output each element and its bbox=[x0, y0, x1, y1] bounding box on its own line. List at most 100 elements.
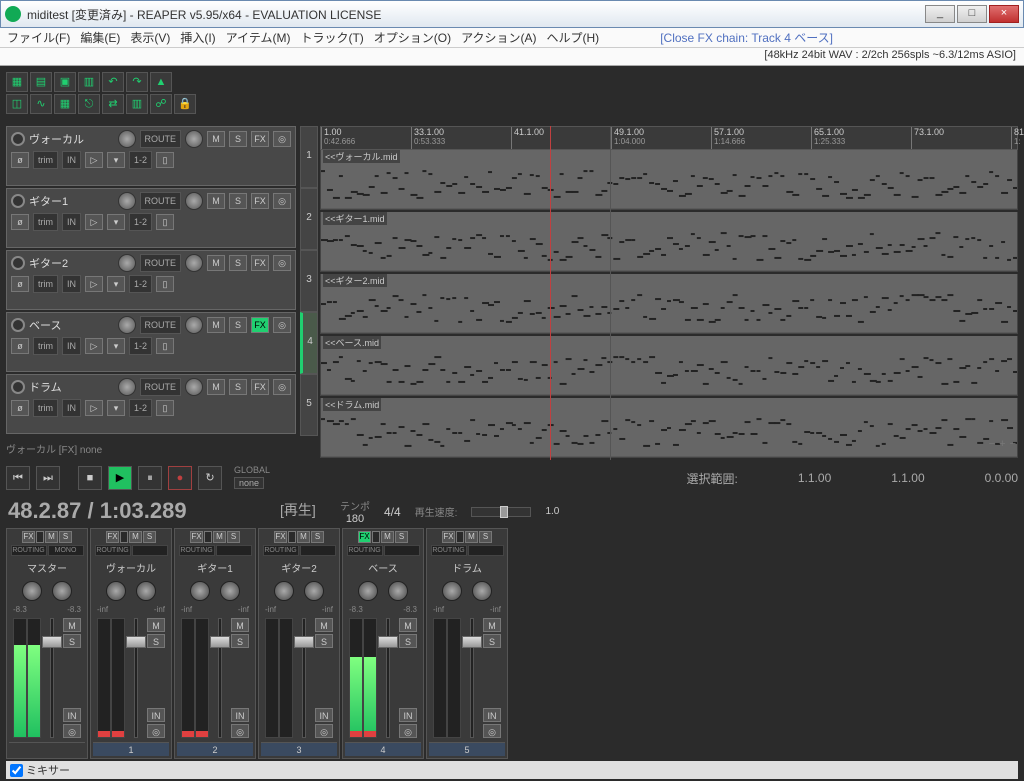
ch-width-knob[interactable] bbox=[472, 581, 492, 601]
ch-routing-button[interactable]: ROUTING bbox=[179, 545, 215, 556]
ch-fx-button[interactable]: FX bbox=[442, 531, 455, 543]
close-fx-hint[interactable]: [Close FX chain: Track 4 ベース] bbox=[660, 29, 833, 46]
ch-mute-2[interactable]: M bbox=[63, 618, 81, 632]
input-channel[interactable]: 1-2 bbox=[129, 399, 152, 417]
volume-knob[interactable] bbox=[118, 254, 136, 272]
zoom-in-h-icon[interactable]: + bbox=[999, 438, 1005, 450]
ch-solo-button[interactable]: S bbox=[311, 531, 324, 543]
fx-bypass-icon[interactable] bbox=[204, 531, 212, 543]
ch-in-button[interactable]: IN bbox=[399, 708, 417, 722]
selection-end[interactable]: 1.1.00 bbox=[891, 471, 924, 485]
ruler-tick[interactable]: 73.1.00 bbox=[911, 127, 944, 149]
fader-thumb[interactable] bbox=[378, 636, 398, 648]
ch-name[interactable]: ギター2 bbox=[281, 560, 317, 575]
ch-in-button[interactable]: IN bbox=[63, 708, 81, 722]
fader-thumb[interactable] bbox=[462, 636, 482, 648]
tool-new-icon[interactable]: ▦ bbox=[6, 72, 28, 92]
ch-mono-button[interactable]: MONO bbox=[48, 545, 84, 556]
ch-solo-button[interactable]: S bbox=[59, 531, 72, 543]
record-arm-button[interactable] bbox=[11, 256, 25, 270]
play-button[interactable]: ▶ bbox=[108, 466, 132, 490]
phase-button[interactable]: ø bbox=[11, 276, 29, 292]
ch-mute-button[interactable]: M bbox=[465, 531, 478, 543]
mute-button[interactable]: M bbox=[207, 193, 225, 209]
route-button[interactable]: ROUTE bbox=[140, 378, 182, 396]
ch-number[interactable]: 5 bbox=[429, 742, 505, 756]
input-channel[interactable]: 1-2 bbox=[129, 213, 152, 231]
volume-knob[interactable] bbox=[118, 130, 136, 148]
ch-mono-button[interactable] bbox=[384, 545, 420, 556]
ruler-tick[interactable]: 65.1.001:25.333 bbox=[811, 127, 845, 149]
ch-name[interactable]: マスター bbox=[27, 560, 67, 575]
volume-knob[interactable] bbox=[118, 316, 136, 334]
mute-button[interactable]: M bbox=[207, 131, 225, 147]
ch-name[interactable]: ドラム bbox=[452, 560, 482, 575]
ch-mono-button[interactable] bbox=[300, 545, 336, 556]
fx-bypass-icon[interactable] bbox=[288, 531, 296, 543]
tool-snap-icon[interactable]: ⎋ bbox=[78, 94, 100, 114]
track-1[interactable]: ヴォーカル ROUTE M S FX ◎ ø trim IN ▷ ▾ 1-2 ▯ bbox=[6, 126, 296, 186]
record-arm-button[interactable] bbox=[11, 194, 25, 208]
mute-button[interactable]: M bbox=[207, 379, 225, 395]
in-button[interactable]: IN bbox=[62, 399, 81, 417]
tool-group-icon[interactable]: ☍ bbox=[150, 94, 172, 114]
ch-number[interactable]: 4 bbox=[345, 742, 421, 756]
fx-button[interactable]: FX bbox=[251, 193, 269, 209]
ch-mute-button[interactable]: M bbox=[297, 531, 310, 543]
tool-save-icon[interactable]: ▣ bbox=[54, 72, 76, 92]
ch-solo-2[interactable]: S bbox=[315, 634, 333, 648]
ch-width-knob[interactable] bbox=[220, 581, 240, 601]
mixer-channel-3[interactable]: FX M S ROUTING ギター2 -inf-inf M S IN ◎ 3 bbox=[258, 528, 340, 759]
ch-fx-button[interactable]: FX bbox=[358, 531, 371, 543]
monitor-button[interactable]: ▷ bbox=[85, 214, 103, 230]
ch-routing-button[interactable]: ROUTING bbox=[347, 545, 383, 556]
ch-routing-button[interactable]: ROUTING bbox=[11, 545, 47, 556]
ch-solo-button[interactable]: S bbox=[227, 531, 240, 543]
ch-in-button[interactable]: IN bbox=[231, 708, 249, 722]
menu-file[interactable]: ファイル(F) bbox=[4, 27, 73, 48]
record-arm-button[interactable] bbox=[11, 132, 25, 146]
tool-grid2-icon[interactable]: ▥ bbox=[126, 94, 148, 114]
tempo-value[interactable]: 180 bbox=[340, 513, 370, 525]
maximize-button[interactable]: □ bbox=[957, 5, 987, 23]
tool-undo-icon[interactable]: ↶ bbox=[102, 72, 124, 92]
arrange-lane-1[interactable]: <<ヴォーカル.mid bbox=[320, 150, 1018, 210]
fx-bypass-icon[interactable] bbox=[372, 531, 380, 543]
in-button[interactable]: IN bbox=[62, 213, 81, 231]
solo-button[interactable]: S bbox=[229, 379, 247, 395]
menu-edit[interactable]: 編集(E) bbox=[77, 27, 123, 48]
track-number-3[interactable]: 3 bbox=[300, 250, 318, 312]
pan-knob[interactable] bbox=[185, 192, 203, 210]
recmode-button[interactable]: ▾ bbox=[107, 400, 125, 416]
io-button[interactable]: ◎ bbox=[273, 131, 291, 147]
mixer-channel-2[interactable]: FX M S ROUTING ギター1 -inf-inf M S IN ◎ 2 bbox=[174, 528, 256, 759]
ch-mono-button[interactable] bbox=[468, 545, 504, 556]
ch-solo-2[interactable]: S bbox=[147, 634, 165, 648]
in-button[interactable]: IN bbox=[62, 275, 81, 293]
media-item[interactable]: <<ヴォーカル.mid bbox=[321, 150, 1017, 208]
ch-pan-knob[interactable] bbox=[190, 581, 210, 601]
menu-help[interactable]: ヘルプ(H) bbox=[544, 27, 603, 48]
mixer-channel-master[interactable]: FX M S ROUTING MONO マスター -8.3-8.3 M S IN… bbox=[6, 528, 88, 759]
fx-button[interactable]: FX bbox=[251, 379, 269, 395]
fx-button[interactable]: FX bbox=[251, 255, 269, 271]
rate-value[interactable]: 1.0 bbox=[545, 506, 559, 517]
repeat-button[interactable]: ↻ bbox=[198, 466, 222, 490]
record-button[interactable]: ● bbox=[168, 466, 192, 490]
io-button[interactable]: ◎ bbox=[273, 193, 291, 209]
ch-fader[interactable] bbox=[45, 618, 59, 738]
io-button[interactable]: ◎ bbox=[273, 255, 291, 271]
tool-env-icon[interactable]: ∿ bbox=[30, 94, 52, 114]
monitor-button[interactable]: ▷ bbox=[85, 338, 103, 354]
recmode-button[interactable]: ▾ bbox=[107, 276, 125, 292]
ch-width-knob[interactable] bbox=[136, 581, 156, 601]
selection-length[interactable]: 0.0.00 bbox=[985, 471, 1018, 485]
track-3[interactable]: ギター2 ROUTE M S FX ◎ ø trim IN ▷ ▾ 1-2 ▯ bbox=[6, 250, 296, 310]
ch-pan-knob[interactable] bbox=[106, 581, 126, 601]
menu-insert[interactable]: 挿入(I) bbox=[177, 27, 218, 48]
ch-number[interactable]: 1 bbox=[93, 742, 169, 756]
monitor-button[interactable]: ▷ bbox=[85, 276, 103, 292]
mute-button[interactable]: M bbox=[207, 255, 225, 271]
ch-mute-button[interactable]: M bbox=[45, 531, 58, 543]
ch-fader[interactable] bbox=[129, 618, 143, 738]
